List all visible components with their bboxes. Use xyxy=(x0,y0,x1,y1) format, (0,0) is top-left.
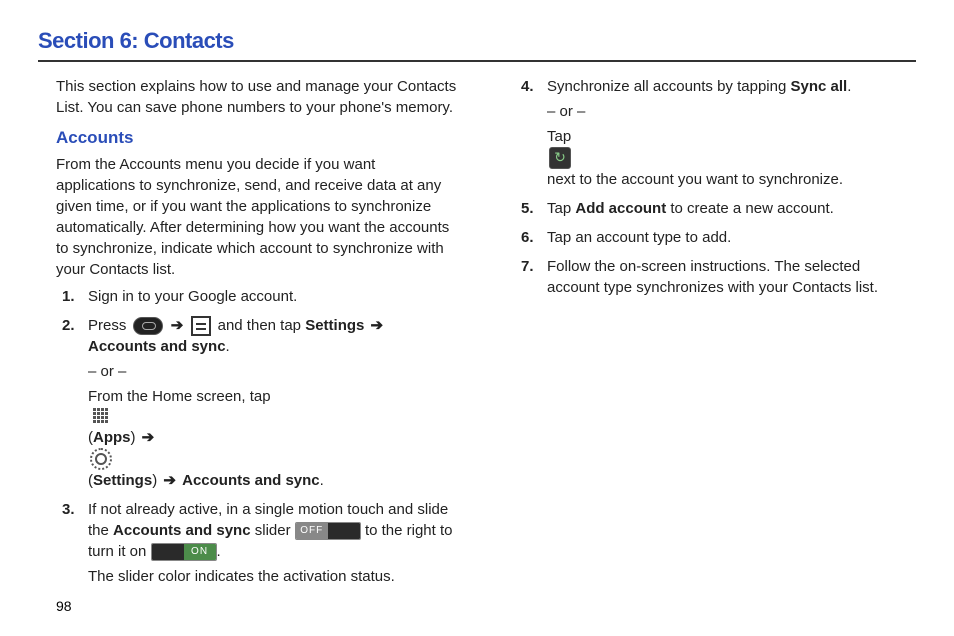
slider-handle xyxy=(328,523,360,539)
intro-text: This section explains how to use and man… xyxy=(56,76,457,118)
accounts-sync-label: Accounts and sync xyxy=(182,472,320,489)
settings-icon xyxy=(90,448,112,470)
step-text-part: and then tap xyxy=(218,317,306,334)
step-text-part: From the Home screen, tap xyxy=(88,388,271,405)
alt-path: Tap next to the account you want to sync… xyxy=(547,126,916,190)
step-number: 5. xyxy=(521,198,534,219)
step-number: 2. xyxy=(62,315,75,336)
slider-off-icon: OFF xyxy=(295,522,361,540)
page-number: 98 xyxy=(56,598,72,614)
step-text-part: Press xyxy=(88,317,131,334)
divider xyxy=(38,60,916,62)
arrow-icon: ➔ xyxy=(369,317,386,334)
step-number: 7. xyxy=(521,256,534,277)
step-6: 6. Tap an account type to add. xyxy=(521,227,916,248)
section-title: Section 6: Contacts xyxy=(38,28,916,54)
arrow-icon: ➔ xyxy=(140,429,157,446)
step-number: 4. xyxy=(521,76,534,97)
step-text-part: Tap xyxy=(547,200,575,217)
settings-label: Settings xyxy=(305,317,364,334)
apps-icon xyxy=(90,407,110,427)
apps-label: Apps xyxy=(93,429,131,446)
step-text-part: Synchronize all accounts by tapping xyxy=(547,78,790,95)
step-1: 1. Sign in to your Google account. xyxy=(62,286,457,307)
or-text: – or – xyxy=(88,361,457,382)
step-text-part: next to the account you want to synchron… xyxy=(547,171,843,188)
right-column: 4. Synchronize all accounts by tapping S… xyxy=(497,76,916,595)
step-7: 7. Follow the on-screen instructions. Th… xyxy=(521,256,916,298)
step-4: 4. Synchronize all accounts by tapping S… xyxy=(521,76,916,190)
slider-off-label: OFF xyxy=(296,523,328,539)
slider-on-label: ON xyxy=(184,544,216,560)
menu-button-icon xyxy=(191,316,211,336)
slider-handle xyxy=(152,544,184,560)
alt-path: From the Home screen, tap (Apps) ➔ (Sett… xyxy=(88,386,457,491)
steps-list-right: 4. Synchronize all accounts by tapping S… xyxy=(521,76,916,298)
step-5: 5. Tap Add account to create a new accou… xyxy=(521,198,916,219)
arrow-icon: ➔ xyxy=(169,317,186,334)
accounts-sync-label: Accounts and sync xyxy=(88,338,226,355)
sync-icon xyxy=(549,147,571,169)
step-text: Tap an account type to add. xyxy=(547,229,731,246)
content-columns: This section explains how to use and man… xyxy=(38,76,916,595)
step-text: Sign in to your Google account. xyxy=(88,288,297,305)
step-2: 2. Press ➔ and then tap Settings ➔ Accou… xyxy=(62,315,457,491)
home-button-icon xyxy=(133,317,163,335)
left-column: This section explains how to use and man… xyxy=(38,76,457,595)
settings-label: Settings xyxy=(93,472,152,489)
step-text: Follow the on-screen instructions. The s… xyxy=(547,258,878,296)
arrow-icon: ➔ xyxy=(161,472,178,489)
step-3: 3. If not already active, in a single mo… xyxy=(62,499,457,587)
slider-on-icon: ON xyxy=(151,543,217,561)
step-text-part: The slider color indicates the activatio… xyxy=(88,566,457,587)
step-number: 3. xyxy=(62,499,75,520)
step-text-part: Tap xyxy=(547,128,571,145)
add-account-label: Add account xyxy=(575,200,666,217)
accounts-sync-label: Accounts and sync xyxy=(113,522,251,539)
step-number: 1. xyxy=(62,286,75,307)
step-text-part: to create a new account. xyxy=(670,200,833,217)
step-number: 6. xyxy=(521,227,534,248)
accounts-heading: Accounts xyxy=(56,126,457,150)
accounts-intro: From the Accounts menu you decide if you… xyxy=(56,154,457,280)
or-text: – or – xyxy=(547,101,916,122)
sync-all-label: Sync all xyxy=(790,78,847,95)
steps-list-left: 1. Sign in to your Google account. 2. Pr… xyxy=(62,286,457,587)
step-text-part: slider xyxy=(255,522,295,539)
